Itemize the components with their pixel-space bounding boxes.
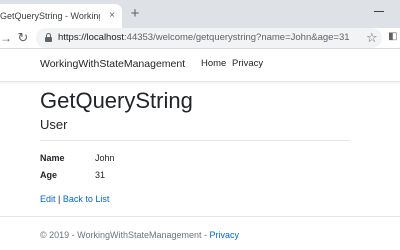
footer: © 2019 - WorkingWithStateManagement - Pr… — [40, 230, 239, 240]
address-bar[interactable]: https://localhost:44353/welcome/getquery… — [36, 28, 382, 48]
browser-toolbar: → ↻ https://localhost:44353/welcome/getq… — [0, 28, 400, 49]
tab-strip: GetQueryString - WorkingWithSt × + — [0, 0, 400, 28]
browser-tab[interactable]: GetQueryString - WorkingWithSt × — [0, 4, 122, 28]
close-icon[interactable]: × — [106, 9, 118, 23]
divider — [40, 140, 350, 141]
nav-link-home[interactable]: Home — [201, 58, 226, 69]
back-to-list-link[interactable]: Back to List — [63, 194, 110, 204]
brand-link[interactable]: WorkingWithStateManagement — [40, 58, 185, 70]
detail-value-age: 31 — [95, 170, 106, 180]
page-title: GetQueryString — [40, 88, 193, 113]
detail-label-name: Name — [40, 153, 65, 163]
app-navbar: WorkingWithStateManagement Home Privacy — [0, 50, 400, 82]
reload-icon[interactable]: ↻ — [16, 30, 30, 46]
star-icon[interactable]: ☆ — [366, 29, 380, 47]
url-path: :44353/welcome/getquerystring?name=John&… — [124, 32, 350, 43]
footer-text: © 2019 - WorkingWithStateManagement - — [40, 230, 210, 240]
nav-link-privacy[interactable]: Privacy — [232, 58, 263, 69]
minimize-icon[interactable] — [370, 2, 388, 20]
extension-icon[interactable]: ◧ — [388, 31, 400, 45]
forward-arrow-icon[interactable]: → — [0, 30, 12, 46]
tab-title: GetQueryString - WorkingWithSt — [0, 11, 100, 21]
lock-icon[interactable] — [45, 33, 52, 42]
footer-divider — [0, 216, 400, 217]
detail-value-name: John — [95, 153, 115, 163]
action-links: Edit | Back to List — [40, 194, 109, 204]
footer-privacy-link[interactable]: Privacy — [210, 230, 240, 240]
link-separator: | — [55, 194, 63, 204]
url-host: https://localhost — [58, 32, 125, 43]
entity-heading: User — [40, 117, 68, 132]
detail-label-age: Age — [40, 170, 58, 180]
plus-icon[interactable]: + — [127, 6, 143, 24]
edit-link[interactable]: Edit — [40, 194, 56, 204]
url-text[interactable]: https://localhost:44353/welcome/getquery… — [58, 32, 350, 43]
